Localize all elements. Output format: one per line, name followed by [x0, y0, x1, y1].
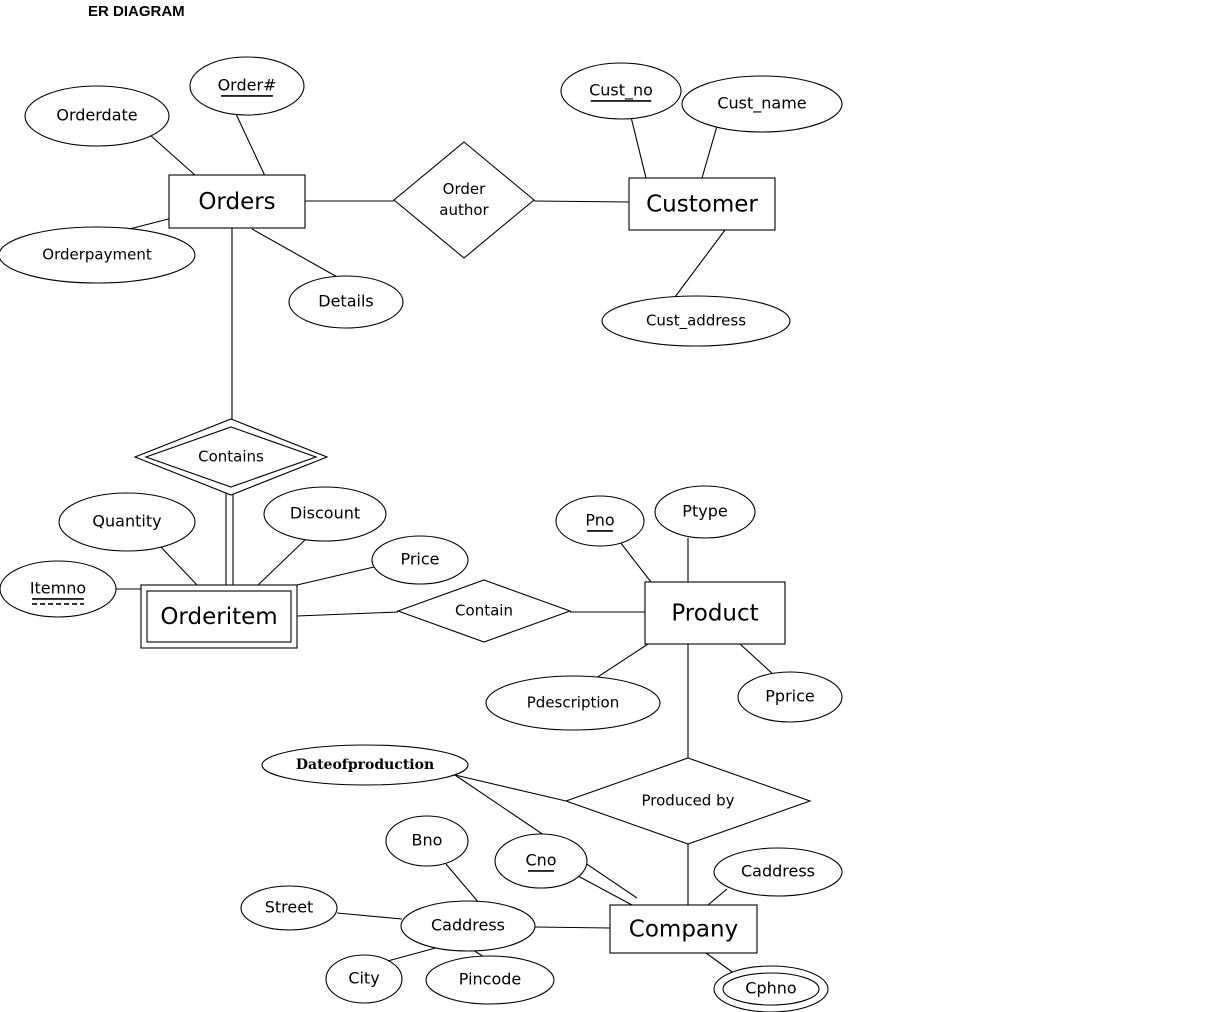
connection-custname-customer — [701, 125, 718, 179]
attribute-label: Caddress — [741, 862, 815, 881]
attribute-cust-address[interactable]: Cust_address — [601, 295, 791, 347]
attribute-label: Order# — [218, 76, 277, 95]
relationship-produced-by[interactable]: Produced by — [564, 757, 812, 845]
connection-price-orderitem — [296, 566, 375, 586]
entity-company[interactable]: Company — [609, 904, 758, 954]
connection-street-caddress — [336, 912, 403, 920]
attribute-label: Pincode — [459, 970, 521, 989]
attribute-label: Cust_no — [589, 81, 653, 101]
attribute-label: Itemno — [30, 579, 86, 598]
connection-caddress-company-link — [707, 888, 728, 906]
entity-label: Company — [629, 917, 738, 943]
attribute-label: Price — [400, 550, 439, 569]
attribute-label: Cno — [525, 851, 556, 870]
connection-pno-product — [619, 541, 652, 583]
connection-orderdate-orders — [149, 134, 197, 177]
entity-customer[interactable]: Customer — [628, 177, 776, 231]
attribute-pincode[interactable]: Pincode — [425, 955, 555, 1005]
attribute-label: City — [348, 969, 379, 988]
page-title: ER DIAGRAM — [88, 3, 185, 20]
connection-company-caddress-comp — [534, 926, 611, 929]
connection-custno-customer — [630, 116, 647, 179]
attribute-bno[interactable]: Bno — [385, 815, 469, 867]
entity-label: Orderitem — [160, 604, 277, 630]
attribute-pdescription[interactable]: Pdescription — [485, 675, 661, 731]
connection-product-pprice — [739, 643, 776, 677]
attribute-quantity[interactable]: Quantity — [58, 492, 196, 552]
attribute-orderdate[interactable]: Orderdate — [24, 85, 170, 147]
connection-discount-orderitem — [256, 537, 308, 587]
connection-product-pdescription — [589, 643, 649, 683]
attribute-price[interactable]: Price — [371, 535, 469, 585]
attribute-label: Cphno — [745, 979, 796, 998]
relationship-label: Contain — [455, 602, 513, 620]
connection-producedby-dateofprod — [454, 774, 567, 802]
attribute-ordernum[interactable]: Order# — [189, 56, 305, 116]
relationship-order-author[interactable]: Order author — [393, 141, 535, 259]
relationship-label: author — [439, 201, 489, 219]
attribute-details[interactable]: Details — [288, 275, 404, 329]
attribute-label: Details — [318, 292, 373, 311]
entity-label: Orders — [198, 189, 275, 215]
attribute-label: Pno — [585, 511, 614, 530]
attribute-label: Orderdate — [56, 106, 137, 125]
relationship-contain[interactable]: Contain — [396, 579, 572, 643]
connection-orderitem-contain — [296, 611, 399, 617]
attribute-street[interactable]: Street — [240, 885, 338, 931]
relationship-label: Order — [443, 180, 486, 198]
attribute-label: Pdescription — [527, 694, 619, 712]
attribute-label: Quantity — [92, 512, 161, 531]
connection-ordernum-orders — [235, 113, 266, 177]
attribute-label: Bno — [412, 831, 443, 850]
entity-label: Customer — [646, 192, 758, 218]
attribute-label: Pprice — [765, 687, 814, 706]
entity-product[interactable]: Product — [644, 581, 786, 645]
attribute-orderpayment[interactable]: Orderpayment — [0, 226, 196, 284]
connection-quantity-orderitem — [159, 545, 199, 587]
connection-bno-caddress — [445, 863, 480, 904]
attribute-caddress-comp[interactable]: Caddress — [400, 900, 536, 952]
connection-customer-custaddress — [668, 229, 726, 306]
attribute-label: Cust_name — [717, 94, 806, 114]
entity-orderitem[interactable]: Orderitem — [140, 584, 298, 649]
connection-cno-company — [577, 875, 633, 906]
attribute-city[interactable]: City — [325, 954, 403, 1004]
connection-city-caddress — [383, 945, 444, 963]
attribute-cust-no[interactable]: Cust_no — [560, 62, 682, 120]
attribute-label: Orderpayment — [42, 246, 152, 264]
attribute-caddress-company[interactable]: Caddress — [713, 847, 843, 897]
connection-orderauthor-customer — [533, 200, 630, 203]
entity-label: Product — [671, 601, 758, 627]
attribute-ptype[interactable]: Ptype — [654, 485, 756, 539]
attribute-label: Street — [265, 898, 314, 917]
relationship-label: Contains — [198, 448, 264, 466]
attribute-cust-name[interactable]: Cust_name — [681, 75, 843, 133]
attribute-label: Caddress — [431, 916, 505, 935]
attribute-cno[interactable]: Cno — [494, 833, 588, 889]
attribute-itemno[interactable]: Itemno — [0, 560, 117, 618]
er-diagram-svg: Order author Contains Contain Produced by Or… — [0, 3, 843, 1012]
attribute-dateofproduction[interactable]: Dateofproduction — [261, 744, 469, 786]
attribute-cphno[interactable]: Cphno — [713, 965, 829, 1012]
relationship-label: Produced by — [642, 792, 735, 810]
attribute-label: Ptype — [682, 502, 727, 521]
er-diagram-canvas: Order author Contains Contain Produced by Or… — [0, 0, 1218, 1012]
attribute-label: Cust_address — [646, 312, 746, 331]
attribute-discount[interactable]: Discount — [263, 486, 387, 542]
attribute-pno[interactable]: Pno — [555, 495, 645, 547]
entity-orders[interactable]: Orders — [168, 174, 306, 229]
attribute-label: Discount — [290, 504, 360, 523]
relationship-contains[interactable]: Contains — [133, 418, 329, 496]
attribute-label: Dateofproduction — [296, 757, 434, 773]
attribute-pprice[interactable]: Pprice — [737, 671, 843, 723]
